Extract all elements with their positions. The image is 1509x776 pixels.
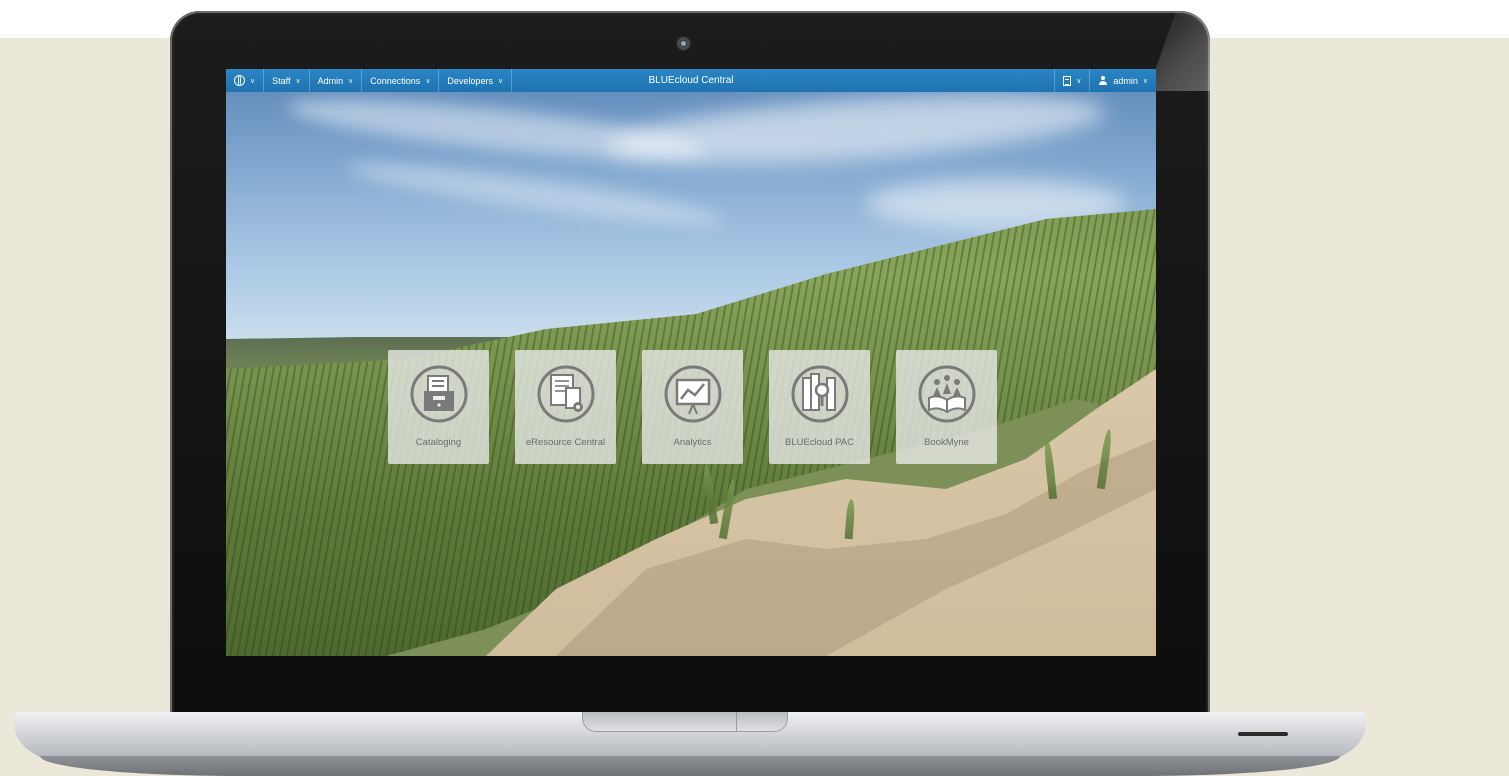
app-screen: ∨ Staff ∨ Admin ∨ Connections ∨ Develope… xyxy=(226,69,1156,656)
document-icon xyxy=(1063,75,1072,86)
lid-glare xyxy=(1148,11,1210,91)
menu-label: Connections xyxy=(370,75,421,86)
chevron-down-icon: ∨ xyxy=(295,77,301,85)
menu-label: Staff xyxy=(272,75,291,86)
top-navbar: ∨ Staff ∨ Admin ∨ Connections ∨ Develope… xyxy=(226,69,1156,92)
globe-icon xyxy=(234,75,245,86)
tile-label: eResource Central xyxy=(525,437,606,448)
tile-label: BLUEcloud PAC xyxy=(785,437,854,448)
presentation-chart-icon xyxy=(664,365,721,423)
file-cabinet-icon xyxy=(410,365,467,423)
menu-admin[interactable]: Admin ∨ xyxy=(310,69,363,92)
tile-label: Cataloging xyxy=(415,437,462,448)
menu-developers[interactable]: Developers ∨ xyxy=(439,69,513,92)
webcam-icon xyxy=(676,36,691,51)
nav-menus: ∨ Staff ∨ Admin ∨ Connections ∨ Develope… xyxy=(226,69,513,92)
menu-connections[interactable]: Connections ∨ xyxy=(362,69,440,92)
tile-label: Analytics xyxy=(673,437,712,448)
chevron-down-icon: ∨ xyxy=(1142,77,1148,85)
menu-label: Admin xyxy=(317,75,344,86)
app-tiles: Cataloging eResource Central Analytics B… xyxy=(388,350,997,464)
tile-analytics[interactable]: Analytics xyxy=(642,350,743,464)
chevron-down-icon: ∨ xyxy=(1076,77,1082,85)
laptop-lid-notch xyxy=(582,712,788,732)
documents-gear-icon xyxy=(537,365,594,423)
tile-bluecloud-pac[interactable]: BLUEcloud PAC xyxy=(769,350,870,464)
user-name: admin xyxy=(1113,75,1138,86)
laptop-base-bottom xyxy=(40,756,1340,776)
tile-cataloging[interactable]: Cataloging xyxy=(388,350,489,464)
books-magnifier-icon xyxy=(791,365,848,423)
menu-label: Developers xyxy=(447,75,493,86)
tile-eresource-central[interactable]: eResource Central xyxy=(515,350,616,464)
chevron-down-icon: ∨ xyxy=(250,77,256,85)
user-icon xyxy=(1098,75,1108,86)
chevron-down-icon: ∨ xyxy=(425,77,431,85)
sleep-indicator xyxy=(1238,732,1288,736)
menu-staff[interactable]: Staff ∨ xyxy=(264,69,310,92)
nav-right-menus: ∨ admin ∨ xyxy=(1054,69,1156,92)
people-book-icon xyxy=(918,365,975,423)
chevron-down-icon: ∨ xyxy=(348,77,354,85)
chevron-down-icon: ∨ xyxy=(497,77,504,85)
user-menu[interactable]: admin ∨ xyxy=(1089,69,1156,92)
tile-bookmyne[interactable]: BookMyne xyxy=(896,350,997,464)
tile-label: BookMyne xyxy=(924,437,969,448)
globe-menu[interactable]: ∨ xyxy=(226,69,265,92)
document-menu[interactable]: ∨ xyxy=(1054,69,1089,92)
